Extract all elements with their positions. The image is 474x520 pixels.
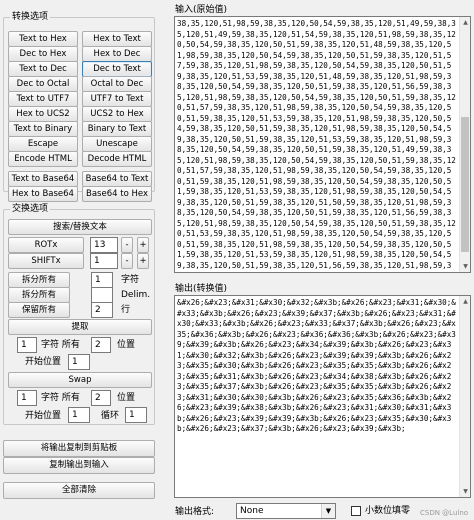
split-all-delim-button[interactable]: 拆分所有 — [8, 287, 70, 303]
shiftx-minus-button[interactable]: - — [121, 253, 133, 269]
rotx-plus-button[interactable]: + — [137, 237, 149, 253]
keep-all-suffix: 行 — [121, 305, 131, 315]
conversion-group-title: 转换选项 — [10, 11, 51, 23]
zero-pad-label: 小数位填零 — [365, 506, 411, 516]
output-textarea[interactable]: &#x26;&#x23;&#x31;&#x30;&#x32;&#x3b;&#x2… — [174, 295, 471, 498]
conv-button-1-1[interactable]: Hex to Dec — [82, 46, 152, 62]
rotx-button[interactable]: ROTx — [8, 237, 84, 253]
output-format-value: None — [240, 506, 264, 516]
input-scrollbar[interactable]: ▲ ▼ — [459, 17, 470, 272]
swap-start-label: 开始位置 — [25, 411, 62, 421]
conv-button-9-1[interactable]: Base64 to Text — [82, 171, 152, 187]
output-label: 输出(转换值) — [175, 284, 228, 294]
conv-button-4-1[interactable]: UTF7 to Text — [82, 91, 152, 107]
conv-button-7-0[interactable]: Escape — [8, 136, 78, 152]
conv-button-1-0[interactable]: Dec to Hex — [8, 46, 78, 62]
scroll-down-icon[interactable]: ▼ — [460, 261, 471, 272]
conv-button-0-0[interactable]: Text to Hex — [8, 31, 78, 47]
swap-positions-field[interactable]: 2 — [91, 390, 111, 406]
conv-button-5-0[interactable]: Hex to UCS2 — [8, 106, 78, 122]
conv-button-4-0[interactable]: Text to UTF7 — [8, 91, 78, 107]
extract-start-field[interactable]: 1 — [68, 354, 90, 370]
input-scroll-thumb[interactable] — [461, 117, 469, 252]
swap-loop-field[interactable]: 1 — [125, 407, 147, 423]
split-all-delim-field[interactable] — [91, 287, 113, 303]
conv-button-0-1[interactable]: Hex to Text — [82, 31, 152, 47]
swap-positions-label: 位置 — [117, 393, 136, 403]
output-format-label: 输出格式: — [175, 507, 215, 517]
zero-pad-checkbox[interactable] — [351, 506, 361, 516]
scroll-down-icon[interactable]: ▼ — [460, 486, 471, 497]
conv-button-10-1[interactable]: Base64 to Hex — [82, 186, 152, 202]
copy-output-to-input-button[interactable]: 复制输出到输入 — [3, 457, 155, 474]
extract-start-label: 开始位置 — [25, 357, 62, 367]
conv-button-2-1[interactable]: Dec to Text — [82, 61, 152, 77]
conv-button-7-1[interactable]: Unescape — [82, 136, 152, 152]
swap-button[interactable]: Swap — [8, 372, 152, 388]
shiftx-value-field[interactable]: 1 — [90, 253, 118, 269]
input-textarea[interactable]: 38,35,120,51,98,59,38,35,120,50,54,59,38… — [174, 16, 471, 273]
swap-loop-label: 循环 — [101, 411, 120, 421]
shiftx-plus-button[interactable]: + — [137, 253, 149, 269]
input-label: 输入(原始值) — [175, 5, 228, 15]
rotx-value-field[interactable]: 13 — [90, 237, 118, 253]
clear-all-button[interactable]: 全部清除 — [3, 482, 155, 499]
extract-button[interactable]: 提取 — [8, 319, 152, 335]
extract-positions-label: 位置 — [117, 340, 136, 350]
output-scrollbar[interactable]: ▲ ▼ — [459, 296, 470, 497]
scroll-up-icon[interactable]: ▲ — [460, 296, 471, 307]
shiftx-button[interactable]: SHIFTx — [8, 253, 84, 269]
conv-button-9-0[interactable]: Text to Base64 — [8, 171, 78, 187]
swap-group-title: 交换选项 — [10, 203, 51, 215]
conv-button-3-0[interactable]: Dec to Octal — [8, 76, 78, 92]
split-all-chars-suffix: 字符 — [121, 275, 140, 285]
keep-all-field[interactable]: 2 — [91, 302, 113, 318]
conv-button-8-1[interactable]: Decode HTML — [82, 151, 152, 167]
copy-output-to-clipboard-button[interactable]: 将输出复制到剪贴板 — [3, 440, 155, 457]
conv-button-2-0[interactable]: Text to Dec — [8, 61, 78, 77]
extract-chars-label: 字符 所有 — [41, 340, 80, 350]
split-all-chars-field[interactable]: 1 — [91, 272, 113, 288]
conv-button-5-1[interactable]: UCS2 to Hex — [82, 106, 152, 122]
chevron-down-icon[interactable]: ▼ — [321, 504, 335, 518]
conv-button-6-1[interactable]: Binary to Text — [82, 121, 152, 137]
conv-button-10-0[interactable]: Hex to Base64 — [8, 186, 78, 202]
output-format-select[interactable]: None ▼ — [236, 503, 336, 519]
watermark: CSDN @Lulno — [420, 509, 469, 517]
conv-button-3-1[interactable]: Octal to Dec — [82, 76, 152, 92]
scroll-up-icon[interactable]: ▲ — [460, 17, 471, 28]
extract-positions-field[interactable]: 2 — [91, 337, 111, 353]
swap-chars-label: 字符 所有 — [41, 393, 80, 403]
split-all-chars-button[interactable]: 拆分所有 — [8, 272, 70, 288]
rotx-minus-button[interactable]: - — [121, 237, 133, 253]
extract-chars-field[interactable]: 1 — [17, 337, 37, 353]
swap-start-field[interactable]: 1 — [68, 407, 90, 423]
keep-all-button[interactable]: 保留所有 — [8, 302, 70, 318]
conv-button-8-0[interactable]: Encode HTML — [8, 151, 78, 167]
conv-button-6-0[interactable]: Text to Binary — [8, 121, 78, 137]
split-all-delim-suffix: Delim. — [121, 290, 151, 300]
swap-chars-field[interactable]: 1 — [17, 390, 37, 406]
search-replace-button[interactable]: 搜索/替换文本 — [8, 219, 152, 235]
